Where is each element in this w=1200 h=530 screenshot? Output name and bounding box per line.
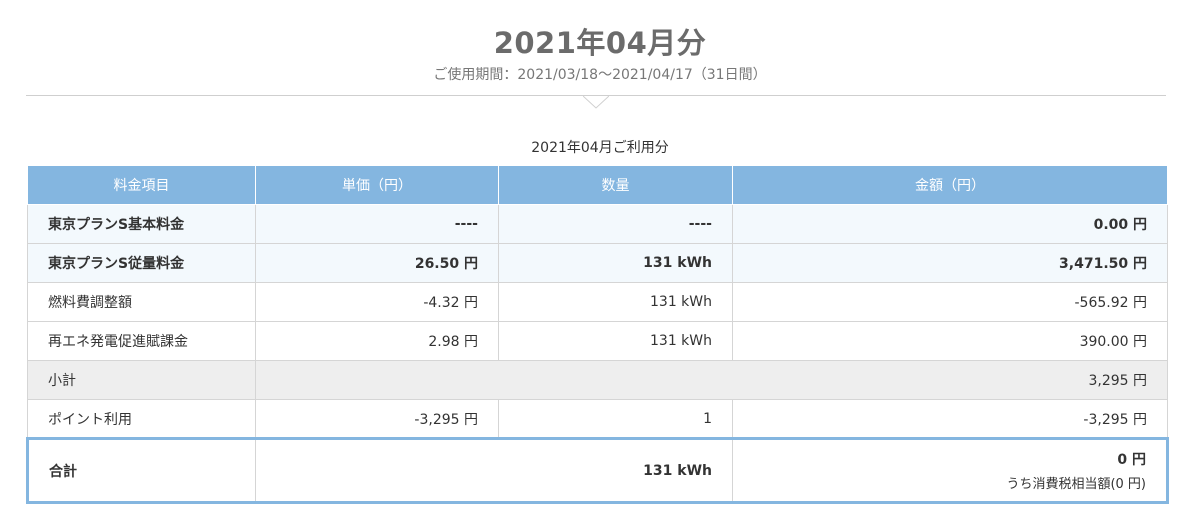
table-row: 東京プランS従量料金 26.50 円 131 kWh 3,471.50 円 — [27, 243, 1168, 283]
column-header-item: 料金項目 — [27, 165, 256, 205]
row-quantity: 131 kWh — [498, 321, 733, 361]
caret-down-icon — [583, 96, 609, 109]
charges-table: 料金項目 単価（円） 数量 金額（円） 東京プランS基本料金 ---- ----… — [26, 165, 1169, 504]
bill-page: 2021年04月分 ご使用期間：2021/03/18～2021/04/17（31… — [0, 0, 1200, 530]
usage-period: ご使用期間：2021/03/18～2021/04/17（31日間） — [433, 67, 767, 83]
row-amount: 3,471.50 円 — [732, 243, 1168, 283]
row-item: 燃料費調整額 — [27, 282, 256, 322]
row-unit-price: 2.98 円 — [255, 321, 499, 361]
points-amount: -3,295 円 — [732, 399, 1168, 439]
row-unit-price: 26.50 円 — [255, 243, 499, 283]
total-row: 合計 131 kWh 0 円 うち消費税相当額(0 円) — [26, 437, 1169, 504]
table-header-row: 料金項目 単価（円） 数量 金額（円） — [27, 165, 1168, 205]
row-amount: 0.00 円 — [732, 204, 1168, 244]
table-row: 東京プランS基本料金 ---- ---- 0.00 円 — [27, 204, 1168, 244]
row-quantity: 131 kWh — [498, 282, 733, 322]
total-amount: 0 円 — [1117, 452, 1146, 468]
points-unit-price: -3,295 円 — [255, 399, 499, 439]
table-caption: 2021年04月ご利用分 — [531, 140, 669, 156]
tax-note: うち消費税相当額(0 円) — [1006, 477, 1146, 492]
column-header-amount: 金額（円） — [732, 165, 1168, 205]
subtotal-amount: 3,295 円 — [255, 360, 1168, 400]
table-row: 燃料費調整額 -4.32 円 131 kWh -565.92 円 — [27, 282, 1168, 322]
page-title: 2021年04月分 — [493, 26, 707, 60]
row-amount: 390.00 円 — [732, 321, 1168, 361]
row-item: 東京プランS基本料金 — [27, 204, 256, 244]
column-header-quantity: 数量 — [498, 165, 733, 205]
column-header-unit-price: 単価（円） — [255, 165, 499, 205]
subtotal-row: 小計 3,295 円 — [27, 360, 1168, 400]
row-unit-price: ---- — [255, 204, 499, 244]
row-unit-price: -4.32 円 — [255, 282, 499, 322]
row-quantity: ---- — [498, 204, 733, 244]
table-row: 再エネ発電促進賦課金 2.98 円 131 kWh 390.00 円 — [27, 321, 1168, 361]
total-label: 合計 — [26, 437, 256, 504]
row-item: 東京プランS従量料金 — [27, 243, 256, 283]
row-item: 再エネ発電促進賦課金 — [27, 321, 256, 361]
points-quantity: 1 — [498, 399, 733, 439]
points-item: ポイント利用 — [27, 399, 256, 439]
total-quantity: 131 kWh — [255, 437, 733, 504]
subtotal-label: 小計 — [27, 360, 256, 400]
row-amount: -565.92 円 — [732, 282, 1168, 322]
total-amount-cell: 0 円 うち消費税相当額(0 円) — [732, 437, 1169, 504]
points-row: ポイント利用 -3,295 円 1 -3,295 円 — [27, 399, 1168, 439]
row-quantity: 131 kWh — [498, 243, 733, 283]
